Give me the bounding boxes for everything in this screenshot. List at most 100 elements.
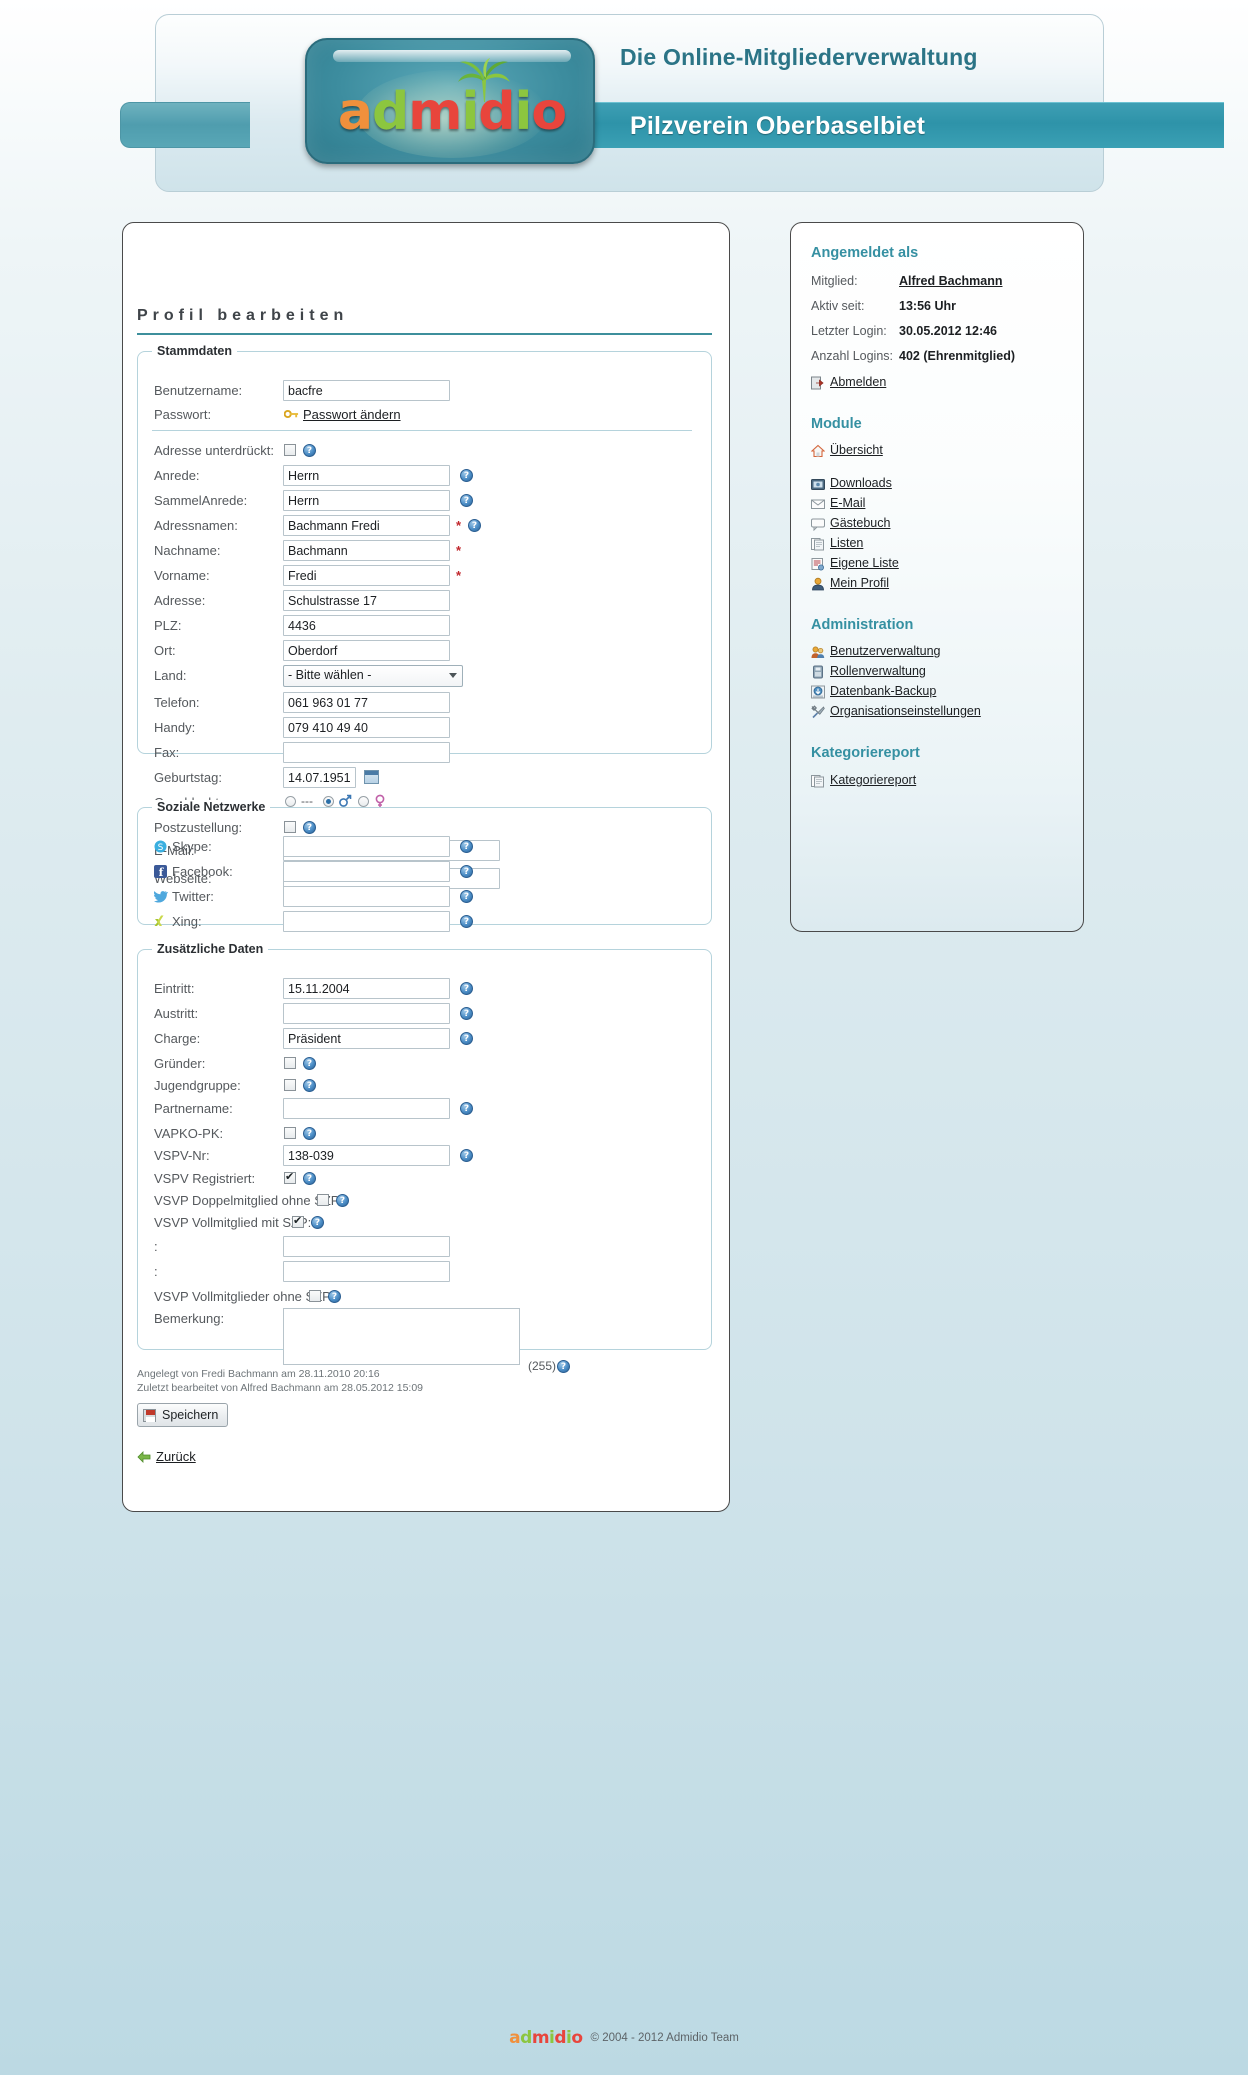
help-icon-facebook[interactable]: ? (460, 865, 473, 878)
checkbox-vsvp-vollmitglied-szp[interactable] (292, 1216, 304, 1228)
sidebar-item-mein-profil[interactable]: Mein Profil (811, 576, 889, 590)
help-icon-xing[interactable]: ? (460, 915, 473, 928)
sidebar-link-gaestebuch[interactable]: Gästebuch (830, 516, 890, 530)
sidebar-link-rollenverwaltung[interactable]: Rollenverwaltung (830, 664, 926, 678)
input-xing[interactable] (283, 911, 450, 932)
checkbox-vspv-registriert[interactable] (284, 1172, 296, 1184)
sidebar-heading-login: Angemeldet als (811, 245, 918, 261)
input-vorname[interactable] (283, 565, 450, 586)
help-icon-partnername[interactable]: ? (460, 1102, 473, 1115)
input-geburtstag[interactable] (283, 767, 356, 788)
sidebar-item-datenbank-backup[interactable]: Datenbank-Backup (811, 684, 936, 698)
input-adressnamen[interactable] (283, 515, 450, 536)
input-skype[interactable] (283, 836, 450, 857)
input-extra-2[interactable] (283, 1261, 450, 1282)
help-icon-eintritt[interactable]: ? (460, 982, 473, 995)
sidebar-item-kategoriereport[interactable]: Kategoriereport (811, 773, 916, 787)
footer-logo: admidio (509, 2028, 582, 2048)
sidebar-item-email[interactable]: E-Mail (811, 496, 865, 510)
sidebar-link-eigene-liste[interactable]: Eigene Liste (830, 556, 899, 570)
input-eintritt[interactable] (283, 978, 450, 999)
sidebar-link-downloads[interactable]: Downloads (830, 476, 892, 490)
calendar-icon[interactable] (364, 770, 379, 784)
sidebar-item-eigene-liste[interactable]: Eigene Liste (811, 556, 899, 570)
checkbox-vsvp-doppelmitglied[interactable] (317, 1194, 329, 1206)
input-facebook[interactable] (283, 861, 450, 882)
input-extra-1[interactable] (283, 1236, 450, 1257)
help-icon-bemerkung[interactable]: ? (557, 1360, 570, 1373)
help-icon-vapko-pk[interactable]: ? (303, 1127, 316, 1140)
sidebar-item-uebersicht[interactable]: Übersicht (811, 443, 883, 457)
help-icon-vsvp-vollmitglieder-ohne-szp[interactable]: ? (328, 1290, 341, 1303)
radio-geschlecht-none[interactable] (285, 796, 296, 807)
help-icon-jugendgruppe[interactable]: ? (303, 1079, 316, 1092)
save-button-label: Speichern (162, 1408, 218, 1422)
sidebar-link-mein-profil[interactable]: Mein Profil (830, 576, 889, 590)
select-land[interactable]: - Bitte wählen - (283, 665, 463, 687)
user-icon (811, 577, 825, 591)
checkbox-jugendgruppe[interactable] (284, 1079, 296, 1091)
tools-icon (811, 705, 825, 719)
radio-geschlecht-male[interactable] (323, 796, 334, 807)
textarea-bemerkung[interactable] (283, 1308, 520, 1365)
input-nachname[interactable] (283, 540, 450, 561)
sidebar-item-rollenverwaltung[interactable]: Rollenverwaltung (811, 664, 926, 678)
input-handy[interactable] (283, 717, 450, 738)
input-twitter[interactable] (283, 886, 450, 907)
sidebar-link-kategoriereport[interactable]: Kategoriereport (830, 773, 916, 787)
help-icon-vsvp-vollmitglied-szp[interactable]: ? (311, 1216, 324, 1229)
sidebar-link-listen[interactable]: Listen (830, 536, 863, 550)
checkbox-gruender[interactable] (284, 1057, 296, 1069)
sidebar-link-uebersicht[interactable]: Übersicht (830, 443, 883, 457)
input-partnername[interactable] (283, 1098, 450, 1119)
help-icon-vsvp-doppelmitglied[interactable]: ? (336, 1194, 349, 1207)
back-link[interactable]: Zurück (156, 1449, 196, 1464)
input-anrede[interactable] (283, 465, 450, 486)
sidebar-item-downloads[interactable]: Downloads (811, 476, 892, 490)
sidebar-link-abmelden[interactable]: Abmelden (830, 375, 886, 389)
sidebar-link-benutzerverwaltung[interactable]: Benutzerverwaltung (830, 644, 940, 658)
help-icon-vspv-nr[interactable]: ? (460, 1149, 473, 1162)
input-adresse[interactable] (283, 590, 450, 611)
sidebar-item-abmelden[interactable]: Abmelden (811, 375, 886, 389)
help-icon-twitter[interactable]: ? (460, 890, 473, 903)
sidebar-item-gaestebuch[interactable]: Gästebuch (811, 516, 890, 530)
help-icon-adressnamen[interactable]: ? (468, 519, 481, 532)
input-telefon[interactable] (283, 692, 450, 713)
help-icon-gruender[interactable]: ? (303, 1057, 316, 1070)
sidebar-item-listen[interactable]: Listen (811, 536, 863, 550)
database-backup-icon (811, 685, 825, 699)
sidebar-value-mitglied[interactable]: Alfred Bachmann (899, 274, 1003, 288)
label-geburtstag: Geburtstag: (154, 770, 222, 785)
input-fax[interactable] (283, 742, 450, 763)
sidebar-item-organisationseinstellungen[interactable]: Organisationseinstellungen (811, 704, 981, 718)
input-vspv-nr[interactable] (283, 1145, 450, 1166)
admidio-logo[interactable]: admidio (305, 38, 595, 164)
users-icon (811, 645, 825, 659)
checkbox-vapko-pk[interactable] (284, 1127, 296, 1139)
radio-geschlecht-female[interactable] (358, 796, 369, 807)
sidebar-link-email[interactable]: E-Mail (830, 496, 865, 510)
input-charge[interactable] (283, 1028, 450, 1049)
input-sammelanrede[interactable] (283, 490, 450, 511)
sidebar-link-datenbank-backup[interactable]: Datenbank-Backup (830, 684, 936, 698)
sidebar-link-organisationseinstellungen[interactable]: Organisationseinstellungen (830, 704, 981, 718)
help-icon-adresse-unterdrueckt[interactable]: ? (303, 444, 316, 457)
logout-icon (811, 376, 825, 390)
help-icon-anrede[interactable]: ? (460, 469, 473, 482)
help-icon-charge[interactable]: ? (460, 1032, 473, 1045)
input-plz[interactable] (283, 615, 450, 636)
help-icon-sammelanrede[interactable]: ? (460, 494, 473, 507)
checkbox-vsvp-vollmitglieder-ohne-szp[interactable] (309, 1290, 321, 1302)
save-button[interactable]: Speichern (137, 1403, 228, 1427)
checkbox-adresse-unterdrueckt[interactable] (284, 444, 296, 456)
input-austritt[interactable] (283, 1003, 450, 1024)
footer-copyright: © 2004 - 2012 Admidio Team (591, 2032, 739, 2044)
help-icon-austritt[interactable]: ? (460, 1007, 473, 1020)
help-icon-vspv-registriert[interactable]: ? (303, 1172, 316, 1185)
input-ort[interactable] (283, 640, 450, 661)
help-icon-skype[interactable]: ? (460, 840, 473, 853)
link-passwort-aendern[interactable]: Passwort ändern (303, 407, 401, 422)
sidebar-item-benutzerverwaltung[interactable]: Benutzerverwaltung (811, 644, 940, 658)
input-benutzername[interactable] (283, 380, 450, 401)
